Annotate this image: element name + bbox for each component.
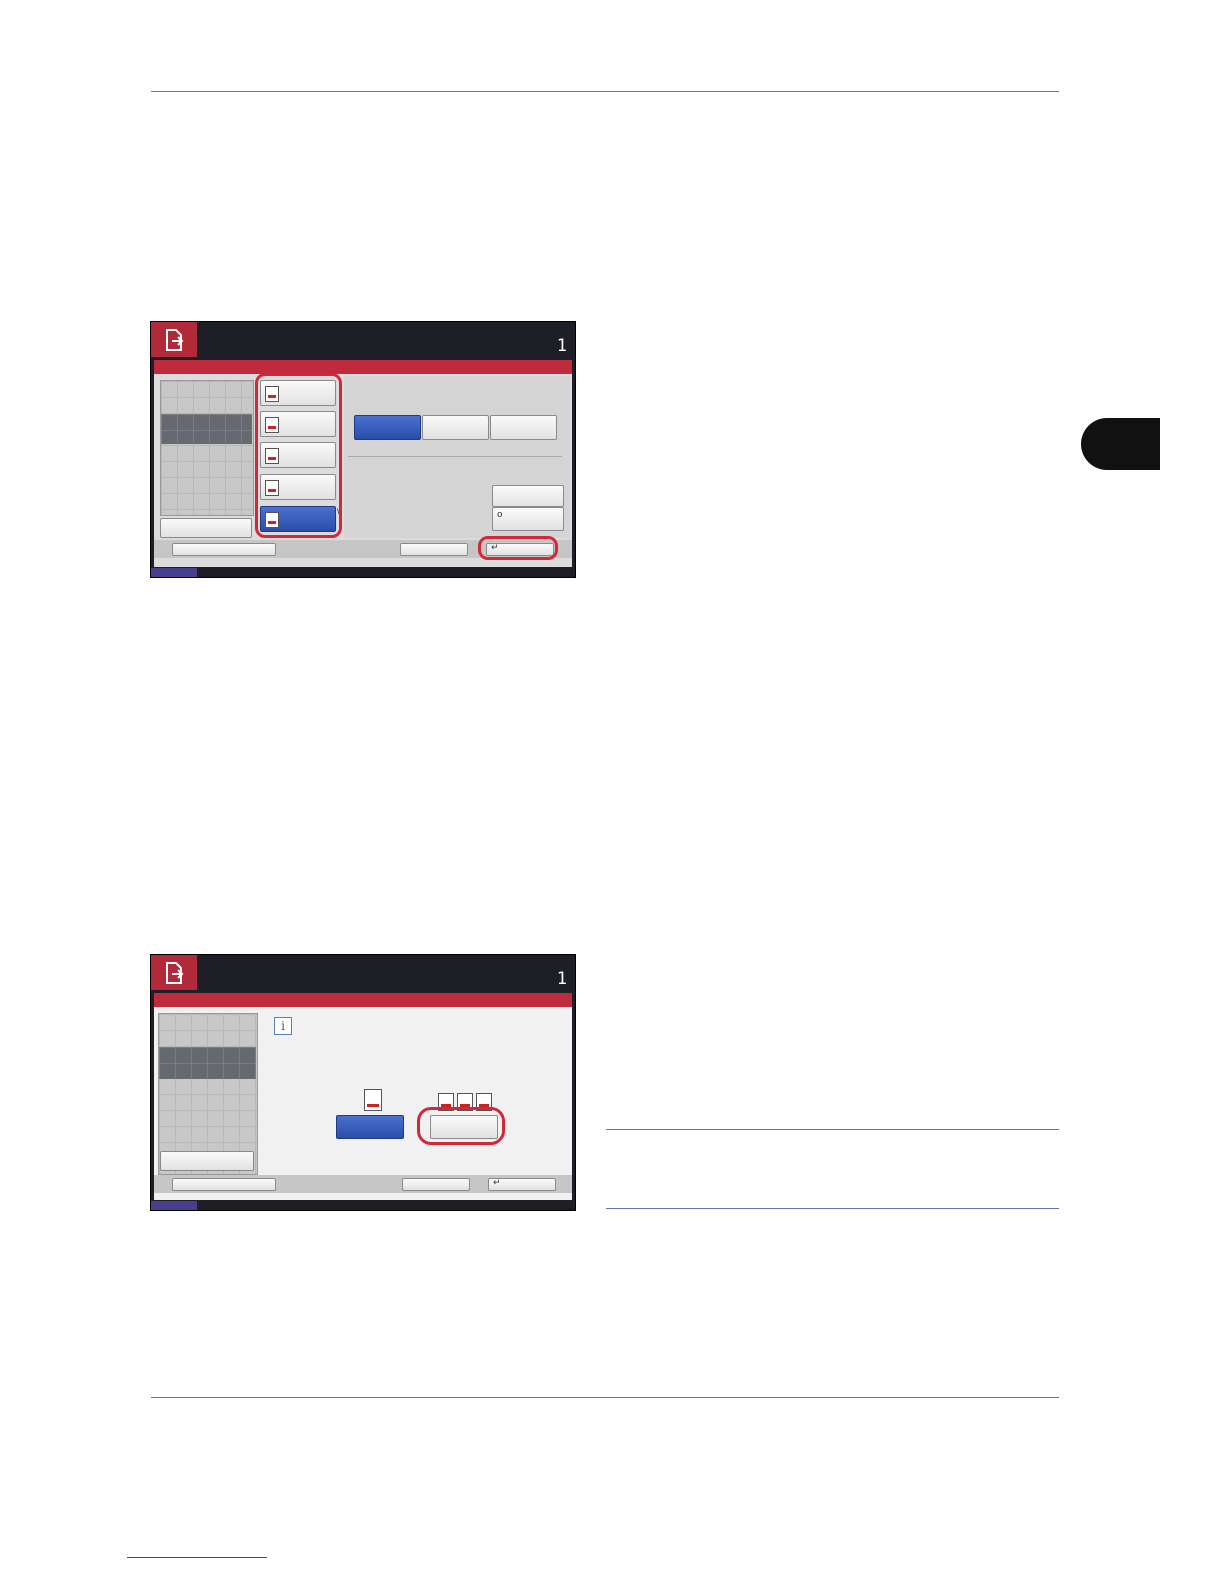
preview-button[interactable]: [160, 518, 252, 538]
quality-option-2[interactable]: [422, 415, 489, 440]
enter-icon: ↵: [493, 1178, 501, 1188]
single-file-icon: [364, 1089, 382, 1111]
detail-button-1[interactable]: [492, 485, 564, 507]
screenshot-1: 1 \ o ↵: [150, 321, 576, 578]
note-top-rule: [606, 1129, 1059, 1130]
send-icon: [151, 322, 197, 357]
top-rule: [151, 91, 1059, 92]
screen-body: i ↵: [154, 993, 572, 1200]
format-options-highlight: [255, 373, 342, 538]
status-bar-indicator: [151, 568, 197, 577]
status-bar-indicator: [151, 1201, 197, 1210]
chapter-tab: [1081, 418, 1160, 470]
single-file-button[interactable]: [336, 1115, 404, 1139]
quality-option-1[interactable]: [354, 415, 421, 440]
note-bottom-rule: [606, 1208, 1059, 1209]
separate-files-highlight: [417, 1107, 505, 1145]
quality-option-3[interactable]: [490, 415, 557, 440]
detail-marker: o: [497, 510, 503, 520]
bottom-rule: [151, 1397, 1059, 1398]
info-icon: i: [274, 1017, 292, 1035]
detail-button-2[interactable]: o: [492, 507, 564, 531]
footer-link-underline: [127, 1557, 267, 1558]
preview-button[interactable]: [160, 1151, 254, 1171]
preview-panel: [160, 380, 254, 516]
screenshot-2: 1 i ↵: [150, 954, 576, 1211]
add-shortcut-button[interactable]: [172, 1178, 276, 1191]
preview-highlight: [161, 414, 252, 444]
cancel-button[interactable]: [400, 543, 468, 556]
ok-button[interactable]: ↵: [488, 1178, 556, 1191]
preview-highlight: [159, 1047, 256, 1079]
title-bar: [154, 993, 572, 1007]
send-icon: [151, 955, 197, 990]
cancel-button[interactable]: [402, 1178, 470, 1191]
screen-body: \ o ↵: [154, 360, 572, 567]
ok-button-highlight: [478, 536, 558, 560]
add-shortcut-button[interactable]: [172, 543, 276, 556]
title-bar: [154, 360, 572, 374]
job-counter: 1: [556, 336, 567, 356]
job-counter: 1: [556, 969, 567, 989]
divider: [348, 456, 562, 457]
